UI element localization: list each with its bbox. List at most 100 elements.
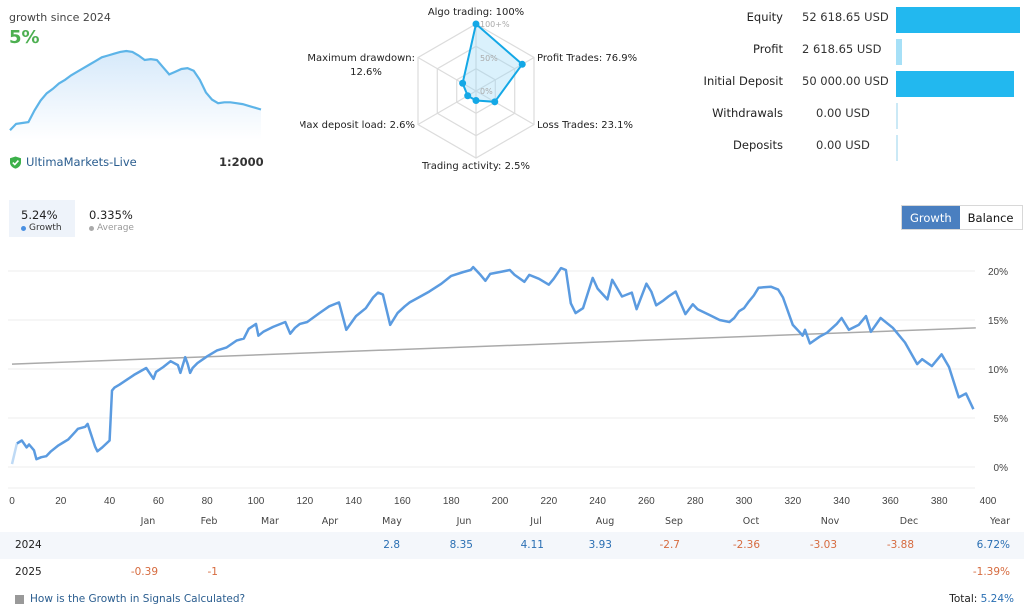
- y-tick-label: 10%: [988, 365, 1008, 376]
- radar-point: [491, 98, 499, 106]
- radar-point: [472, 20, 480, 28]
- leverage-value: 1:2000: [219, 155, 264, 169]
- account-label: Initial Deposit: [703, 74, 783, 88]
- y-tick-label: 5%: [994, 414, 1009, 425]
- account-value: 50 000.00 USD: [802, 74, 889, 88]
- radar-label-drawdown-value: 12.6%: [350, 67, 382, 78]
- account-label: Profit: [753, 42, 783, 56]
- month-label: Nov: [821, 516, 840, 527]
- account-bar: [896, 71, 1014, 97]
- growth-button[interactable]: Growth: [902, 206, 960, 229]
- month-growth-cell: 3.93: [588, 539, 612, 551]
- radar-scale-100: 100+%: [480, 20, 510, 29]
- average-legend-dot: [89, 225, 94, 231]
- month-growth-cell: 8.35: [449, 539, 473, 551]
- radar-point: [518, 60, 526, 68]
- growth-calculation-link[interactable]: How is the Growth in Signals Calculated?: [15, 593, 245, 605]
- x-tick-label: 260: [638, 496, 655, 507]
- x-tick-label: 0: [9, 496, 15, 507]
- stat-average-value: 0.335%: [89, 208, 133, 222]
- year-label: 2024: [15, 539, 42, 551]
- x-tick-label: 240: [589, 496, 606, 507]
- growth-chart: 0% 5% 10% 15% 20% 0 20 40 60 80 100 120 140 160 180 20…: [8, 265, 1010, 527]
- month-label: Sep: [665, 516, 683, 527]
- stat-average-label: Average: [97, 223, 134, 233]
- x-tick-label: 300: [736, 496, 753, 507]
- x-tick-label: 200: [492, 496, 509, 507]
- month-label: Apr: [322, 516, 339, 527]
- x-tick-label: 140: [345, 496, 362, 507]
- x-tick-label: 360: [882, 496, 899, 507]
- radar-label-algo: Algo trading: 100%: [428, 7, 524, 18]
- x-tick-label: 100: [248, 496, 265, 507]
- mini-chart-area: [10, 51, 261, 140]
- month-label: Jul: [529, 516, 541, 527]
- y-tick-label: 0%: [994, 463, 1009, 474]
- growth-calculation-link-text[interactable]: How is the Growth in Signals Calculated?: [30, 593, 245, 605]
- radar-scale-0: 0%: [480, 87, 493, 96]
- broker-info: UltimaMarkets-Live: [9, 155, 137, 169]
- month-label: Mar: [261, 516, 279, 527]
- broker-link[interactable]: UltimaMarkets-Live: [26, 155, 137, 169]
- month-label: Oct: [743, 516, 760, 527]
- month-growth-cell: -2.36: [732, 539, 760, 551]
- year-total-cell: -1.39%: [972, 566, 1010, 578]
- month-label: Dec: [900, 516, 918, 527]
- account-bar: [896, 135, 898, 161]
- account-label: Withdrawals: [712, 106, 783, 120]
- radar-label-loss: Loss Trades: 23.1%: [537, 120, 633, 131]
- growth-since-label: growth since 2024: [9, 11, 111, 24]
- verified-shield-icon: [10, 156, 21, 169]
- growth-line-start: [10, 443, 19, 465]
- stat-growth-value: 5.24%: [21, 208, 58, 222]
- year-total-cell: 6.72%: [976, 539, 1010, 551]
- month-growth-cell: -3.03: [809, 539, 837, 551]
- account-label: Deposits: [733, 138, 783, 152]
- account-row-deposits: Deposits 0.00 USD: [680, 135, 1024, 161]
- x-tick-label: 180: [443, 496, 460, 507]
- x-tick-label: 160: [394, 496, 411, 507]
- radar-label-profit: Profit Trades: 76.9%: [537, 53, 637, 64]
- average-trend-line: [11, 327, 976, 365]
- y-tick-label: 20%: [988, 267, 1008, 278]
- account-bar: [896, 39, 903, 65]
- month-growth-cell: -3.88: [886, 539, 914, 551]
- x-tick-label: 80: [202, 496, 214, 507]
- month-growth-cell: 2.8: [383, 539, 400, 551]
- account-row-profit: Profit 2 618.65 USD: [680, 39, 1024, 65]
- stat-tab-growth[interactable]: 5.24% Growth: [9, 200, 75, 237]
- chart-mode-toggle: Growth Balance: [901, 205, 1023, 230]
- x-tick-label: 20: [55, 496, 67, 507]
- x-tick-label: 40: [104, 496, 116, 507]
- growth-line: [16, 265, 975, 461]
- x-tick-label: 340: [833, 496, 850, 507]
- table-row-2025: 2025 -0.39 -1 -1.39%: [0, 559, 1024, 586]
- total-value: 5.24%: [980, 593, 1014, 605]
- month-growth-cell: -0.39: [130, 566, 158, 578]
- month-growth-cell: 4.11: [520, 539, 544, 551]
- account-bar: [896, 103, 898, 129]
- radar-label-deposit-load: Max deposit load: 2.6%: [300, 120, 415, 131]
- month-label: Jun: [456, 516, 472, 527]
- growth-legend-dot: [21, 225, 26, 231]
- stat-growth-label: Growth: [29, 223, 62, 233]
- x-tick-label: 400: [980, 496, 997, 507]
- account-row-withdrawals: Withdrawals 0.00 USD: [680, 103, 1024, 129]
- info-book-icon: [15, 594, 24, 604]
- balance-button[interactable]: Balance: [959, 206, 1022, 229]
- radar-scale-50: 50%: [480, 54, 498, 63]
- month-label: May: [382, 516, 402, 527]
- radar-point: [464, 92, 472, 100]
- month-label: Aug: [596, 516, 615, 527]
- month-label: Year: [989, 516, 1010, 527]
- month-label: Feb: [201, 516, 218, 527]
- account-bar: [896, 7, 1020, 33]
- account-value: 0.00 USD: [816, 138, 870, 152]
- radar-label-activity: Trading activity: 2.5%: [421, 161, 530, 172]
- month-growth-cell: -2.7: [659, 539, 681, 551]
- month-growth-cell: -1: [207, 566, 218, 578]
- stat-tab-average[interactable]: 0.335% Average: [80, 200, 150, 237]
- radar-chart: 100+% 50% 0% Algo trading: 100% Profit T…: [300, 7, 637, 172]
- account-value: 2 618.65 USD: [802, 42, 882, 56]
- total-growth: Total: 5.24%: [949, 593, 1014, 605]
